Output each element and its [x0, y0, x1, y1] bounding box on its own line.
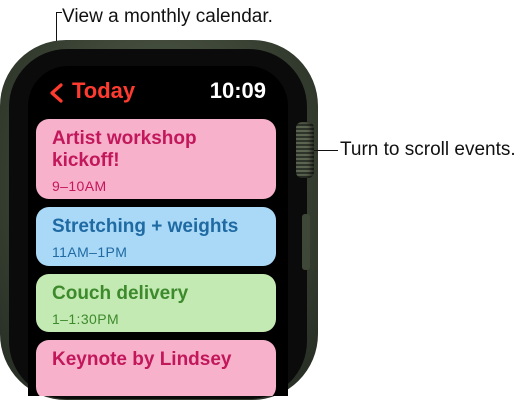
event-card[interactable]: Keynote by Lindsey — [36, 340, 276, 396]
event-card[interactable]: Stretching + weights 11AM–1PM — [36, 207, 276, 266]
event-title: Keynote by Lindsey — [52, 349, 232, 370]
event-time: 9–10AM — [52, 178, 107, 194]
back-today-button[interactable]: Today — [72, 78, 135, 104]
calendar-header: Today 10:09 — [28, 66, 288, 116]
watch-screen: Today 10:09 Artist workshop kickoff! 9–10… — [28, 66, 288, 396]
event-title: Couch delivery — [52, 283, 189, 304]
callout-scroll-events: Turn to scroll events. — [340, 139, 516, 160]
side-button[interactable] — [302, 214, 310, 270]
chevron-left-icon[interactable] — [48, 82, 64, 104]
digital-crown[interactable] — [296, 122, 314, 178]
clock-time: 10:09 — [209, 78, 266, 103]
event-time: 11AM–1PM — [52, 244, 128, 260]
event-card[interactable]: Couch delivery 1–1:30PM — [36, 274, 276, 332]
event-time: 1–1:30PM — [52, 311, 120, 327]
event-title: Stretching + weights — [52, 216, 239, 237]
event-card[interactable]: Artist workshop kickoff! 9–10AM — [36, 119, 276, 199]
callout-leader-line — [314, 150, 338, 152]
event-title: Artist workshop kickoff! — [52, 128, 197, 171]
callout-leader-tick — [56, 12, 62, 14]
callout-monthly-calendar: View a monthly calendar. — [62, 6, 273, 27]
